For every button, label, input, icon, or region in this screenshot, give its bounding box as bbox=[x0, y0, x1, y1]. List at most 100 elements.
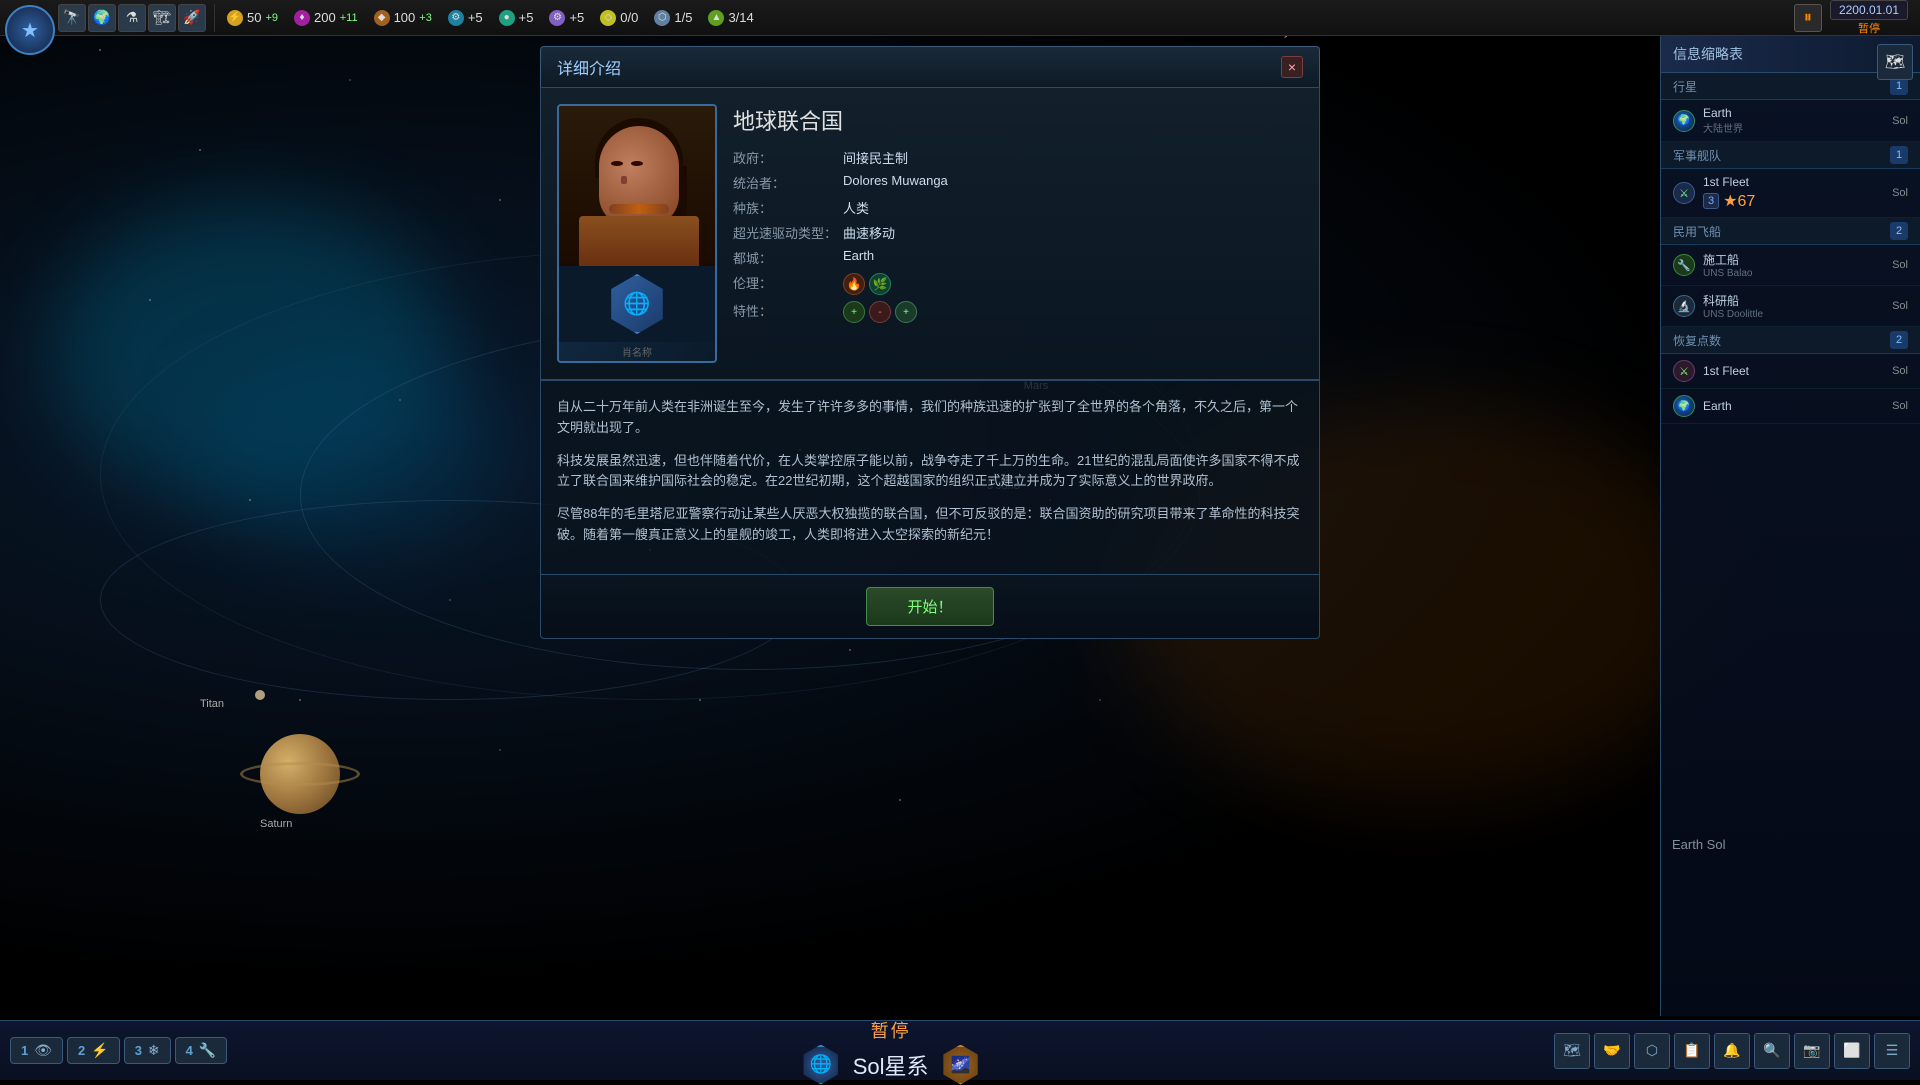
build-icon[interactable]: 🏗 bbox=[148, 4, 176, 32]
system-icon[interactable]: 🌐 bbox=[801, 1045, 841, 1085]
notifications-icon[interactable]: 🔔 bbox=[1714, 1033, 1750, 1069]
tech-value: +5 bbox=[468, 10, 483, 25]
earth-planet-info: Earth 大陆世界 bbox=[1703, 106, 1884, 135]
fleet-strength-badge: 3 bbox=[1703, 193, 1719, 209]
saturn-container[interactable]: Saturn bbox=[260, 734, 380, 830]
trait-icon-3[interactable]: + bbox=[895, 301, 917, 323]
map-filter-icon[interactable]: 🗺 bbox=[1877, 44, 1913, 80]
desc-para-1: 自从二十万年前人类在非洲诞生至今，发生了许许多多的事情，我们的种族迅速的扩张到了… bbox=[557, 397, 1303, 439]
planets-label: 行星 bbox=[1673, 78, 1697, 95]
minerals-resource: ◆ 100 +3 bbox=[374, 10, 432, 26]
detail-title: 详细介绍 bbox=[557, 55, 621, 79]
start-btn-row: 开始！ bbox=[540, 575, 1320, 639]
titan-planet[interactable] bbox=[255, 690, 265, 700]
map-icon[interactable]: 🗺 bbox=[1554, 1033, 1590, 1069]
paused-label: 暂停 bbox=[1858, 20, 1880, 36]
military-label: 军事舰队 bbox=[1673, 147, 1721, 164]
minerals-icon: ◆ bbox=[374, 10, 390, 26]
diplomacy-icon[interactable]: 🤝 bbox=[1594, 1033, 1630, 1069]
recovery-fleet-item[interactable]: ⚔ 1st Fleet Sol bbox=[1661, 354, 1920, 389]
earth-planet-location: Sol bbox=[1892, 115, 1908, 127]
portrait-clothes bbox=[579, 216, 699, 266]
menu-icon[interactable]: ☰ bbox=[1874, 1033, 1910, 1069]
portrait-eye-right bbox=[631, 161, 643, 166]
homeworld-label: 都城： bbox=[733, 248, 843, 267]
resource-bar: ⚡ 50 +9 ♦ 200 +11 ◆ 100 +3 ⚙ +5 ● +5 ⚙ +… bbox=[215, 10, 1782, 26]
earth-planet-item[interactable]: 🌍 Earth 大陆世界 Sol bbox=[1661, 100, 1920, 142]
ethics-icons: 🔥 🌿 bbox=[843, 273, 891, 295]
system-name: Sol星系 bbox=[853, 1049, 929, 1081]
pop-icon: ▲ bbox=[708, 10, 724, 26]
recovery-earth-item[interactable]: 🌍 Earth Sol bbox=[1661, 389, 1920, 424]
influence-value: +5 bbox=[519, 10, 534, 25]
science-ship-item[interactable]: 🔬 科研船 UNS Doolittle Sol bbox=[1661, 286, 1920, 327]
ftl-row: 超光速驱动类型： 曲速移动 bbox=[733, 223, 1303, 242]
trait-icons: + - + bbox=[843, 301, 917, 323]
borders-icon[interactable]: ⬜ bbox=[1834, 1033, 1870, 1069]
species-label: 种族： bbox=[733, 198, 843, 217]
civ-description: 自从二十万年前人类在非洲诞生至今，发生了许许多多的事情，我们的种族迅速的扩张到了… bbox=[540, 380, 1320, 575]
recovery-section-header: 恢复点数 2 bbox=[1661, 327, 1920, 354]
government-value: 间接民主制 bbox=[843, 148, 1303, 167]
food-income: +11 bbox=[340, 12, 358, 24]
fleet-icon[interactable]: 🚀 bbox=[178, 4, 206, 32]
fleet-value: 1/5 bbox=[674, 10, 692, 25]
info-table: 政府： 间接民主制 统治者： Dolores Muwanga 种族： 人类 超光… bbox=[733, 148, 1303, 323]
pop-resource: ▲ 3/14 bbox=[708, 10, 753, 26]
bottom-tab-1[interactable]: 1 👁 bbox=[10, 1037, 63, 1064]
bottom-tabs: 1 👁 2 ⚡ 3 ❄ 4 🔧 bbox=[0, 1037, 237, 1064]
bottom-tab-3[interactable]: 3 ❄ bbox=[124, 1037, 171, 1064]
screenshot-icon[interactable]: 📷 bbox=[1794, 1033, 1830, 1069]
recovery-earth-info: Earth bbox=[1703, 399, 1884, 413]
influence-icon: ● bbox=[499, 10, 515, 26]
food-resource: ♦ 200 +11 bbox=[294, 10, 358, 26]
situations-icon[interactable]: 📋 bbox=[1674, 1033, 1710, 1069]
credits-value: 0/0 bbox=[620, 10, 638, 25]
construction-ship-item[interactable]: 🔧 施工船 UNS Balao Sol bbox=[1661, 245, 1920, 286]
federation-icon[interactable]: ⬡ bbox=[1634, 1033, 1670, 1069]
recovery-count: 2 bbox=[1890, 331, 1908, 349]
galaxy-icon[interactable]: 🌌 bbox=[941, 1045, 981, 1085]
portrait-necklace bbox=[609, 204, 669, 214]
tab-2-icon: ⚡ bbox=[91, 1042, 108, 1059]
species-value: 人类 bbox=[843, 198, 1303, 217]
fleet-icon-res: ⬡ bbox=[654, 10, 670, 26]
colonize-icon[interactable]: 🌍 bbox=[88, 4, 116, 32]
recovery-earth-location: Sol bbox=[1892, 400, 1908, 412]
pause-button[interactable]: ⏸ bbox=[1794, 4, 1822, 32]
ruler-label: 统治者： bbox=[733, 173, 843, 192]
map-controls: 🗺 bbox=[1870, 40, 1920, 84]
bottom-tab-4[interactable]: 4 🔧 bbox=[175, 1037, 228, 1064]
trait-icon-1[interactable]: + bbox=[843, 301, 865, 323]
traits-label: 特性： bbox=[733, 301, 843, 320]
emblem-area: 🌐 bbox=[559, 266, 715, 342]
portrait-nose bbox=[621, 176, 627, 184]
zoom-in-icon[interactable]: 🔍 bbox=[1754, 1033, 1790, 1069]
ethics-icon-1[interactable]: 🔥 bbox=[843, 273, 865, 295]
bottom-tab-2[interactable]: 2 ⚡ bbox=[67, 1037, 120, 1064]
game-logo[interactable]: ★ bbox=[5, 5, 55, 55]
start-button[interactable]: 开始！ bbox=[866, 587, 993, 626]
tech-resource: ⚙ +5 bbox=[448, 10, 483, 26]
tech-icon-res: ⚙ bbox=[448, 10, 464, 26]
portrait-character bbox=[559, 106, 715, 266]
traits-row: 特性： + - + bbox=[733, 301, 1303, 323]
survey-icon[interactable]: 🔭 bbox=[58, 4, 86, 32]
close-button[interactable]: × bbox=[1281, 56, 1303, 78]
tech-icon[interactable]: ⚗ bbox=[118, 4, 146, 32]
paused-banner: 暂停 bbox=[871, 1017, 911, 1043]
fleet-item-name: 1st Fleet bbox=[1703, 175, 1884, 189]
fleet-item[interactable]: ⚔ 1st Fleet 3 ★67 Sol bbox=[1661, 169, 1920, 218]
trait-icon-2[interactable]: - bbox=[869, 301, 891, 323]
military-count: 1 bbox=[1890, 146, 1908, 164]
food-value: 200 bbox=[314, 10, 336, 25]
recovery-fleet-location: Sol bbox=[1892, 365, 1908, 377]
science-ship-sub: UNS Doolittle bbox=[1703, 309, 1884, 320]
fleet-resource: ⬡ 1/5 bbox=[654, 10, 692, 26]
science-ship-icon: 🔬 bbox=[1673, 295, 1695, 317]
ethics-icon-2[interactable]: 🌿 bbox=[869, 273, 891, 295]
civilian-section-header: 民用飞船 2 bbox=[1661, 218, 1920, 245]
recovery-label: 恢复点数 bbox=[1673, 332, 1721, 349]
tab-4-icon: 🔧 bbox=[199, 1042, 216, 1059]
ethics-label: 伦理： bbox=[733, 273, 843, 292]
